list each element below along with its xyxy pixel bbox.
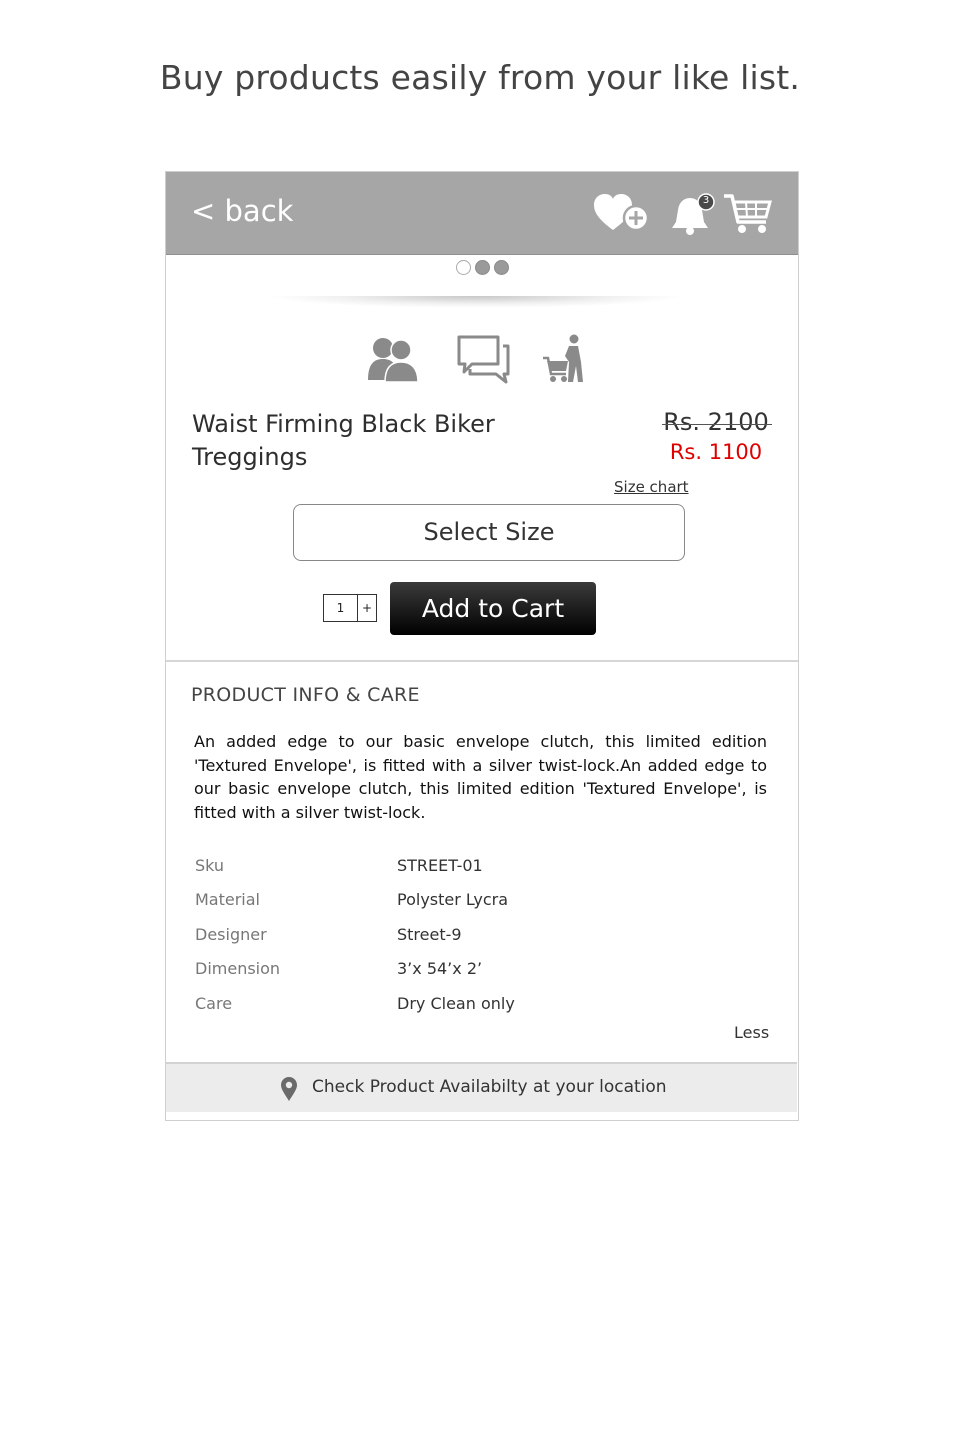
spec-row: Material Polyster Lycra [195,890,755,914]
product-title: Waist Firming Black Biker Treggings [192,410,495,471]
spec-key: Care [195,994,233,1013]
top-bar: < back 3 [166,172,798,255]
carousel-indicator [166,260,798,275]
shopper-icon[interactable] [541,334,591,384]
heart-plus-icon[interactable] [592,192,652,236]
size-chart-link[interactable]: Size chart [614,478,689,496]
location-pin-icon [281,1077,297,1101]
people-icon[interactable] [366,334,420,384]
spec-value: 3’x 54’x 2’ [397,959,483,978]
quantity-value[interactable]: 1 [324,595,358,621]
spec-row: Sku STREET-01 [195,856,755,880]
less-toggle[interactable]: Less [734,1023,769,1042]
availability-label: Check Product Availabilty at your locati… [312,1077,667,1097]
spec-value: Street-9 [397,925,462,944]
spec-row: Designer Street-9 [195,925,755,949]
back-button[interactable]: < back [191,194,293,228]
spec-value: Polyster Lycra [397,890,508,909]
section-divider [166,660,798,662]
notification-badge: 3 [702,195,710,206]
add-to-cart-button[interactable]: Add to Cart [390,582,596,635]
carousel-dot[interactable] [474,260,490,275]
spec-row: Care Dry Clean only [195,994,755,1018]
phone-screen: < back 3 Waist Firming Black Biker Tregg… [165,171,799,1121]
spec-key: Designer [195,925,267,944]
sale-price: Rs. 1100 [669,440,763,464]
cart-icon[interactable] [722,192,774,236]
carousel-dot[interactable] [493,260,509,275]
spec-key: Material [195,890,260,909]
original-price: Rs. 2100 [663,408,769,436]
page-headline: Buy products easily from your like list. [159,58,801,97]
info-heading: PRODUCT INFO & CARE [191,684,420,706]
product-description: An added edge to our basic envelope clut… [194,732,767,822]
spec-key: Sku [195,856,225,875]
spec-key: Dimension [195,959,281,978]
chat-icon[interactable] [456,334,512,384]
check-availability-bar[interactable]: Check Product Availabilty at your locati… [166,1062,797,1112]
select-size-button[interactable]: Select Size [293,504,685,561]
quantity-plus-button[interactable]: + [358,595,376,621]
image-shadow [266,296,686,308]
price-strikethrough [662,424,772,425]
spec-value: Dry Clean only [397,994,515,1013]
spec-row: Dimension 3’x 54’x 2’ [195,959,755,983]
spec-value: STREET-01 [397,856,483,875]
carousel-dot[interactable] [455,260,471,275]
quantity-stepper: 1 + [323,594,377,622]
